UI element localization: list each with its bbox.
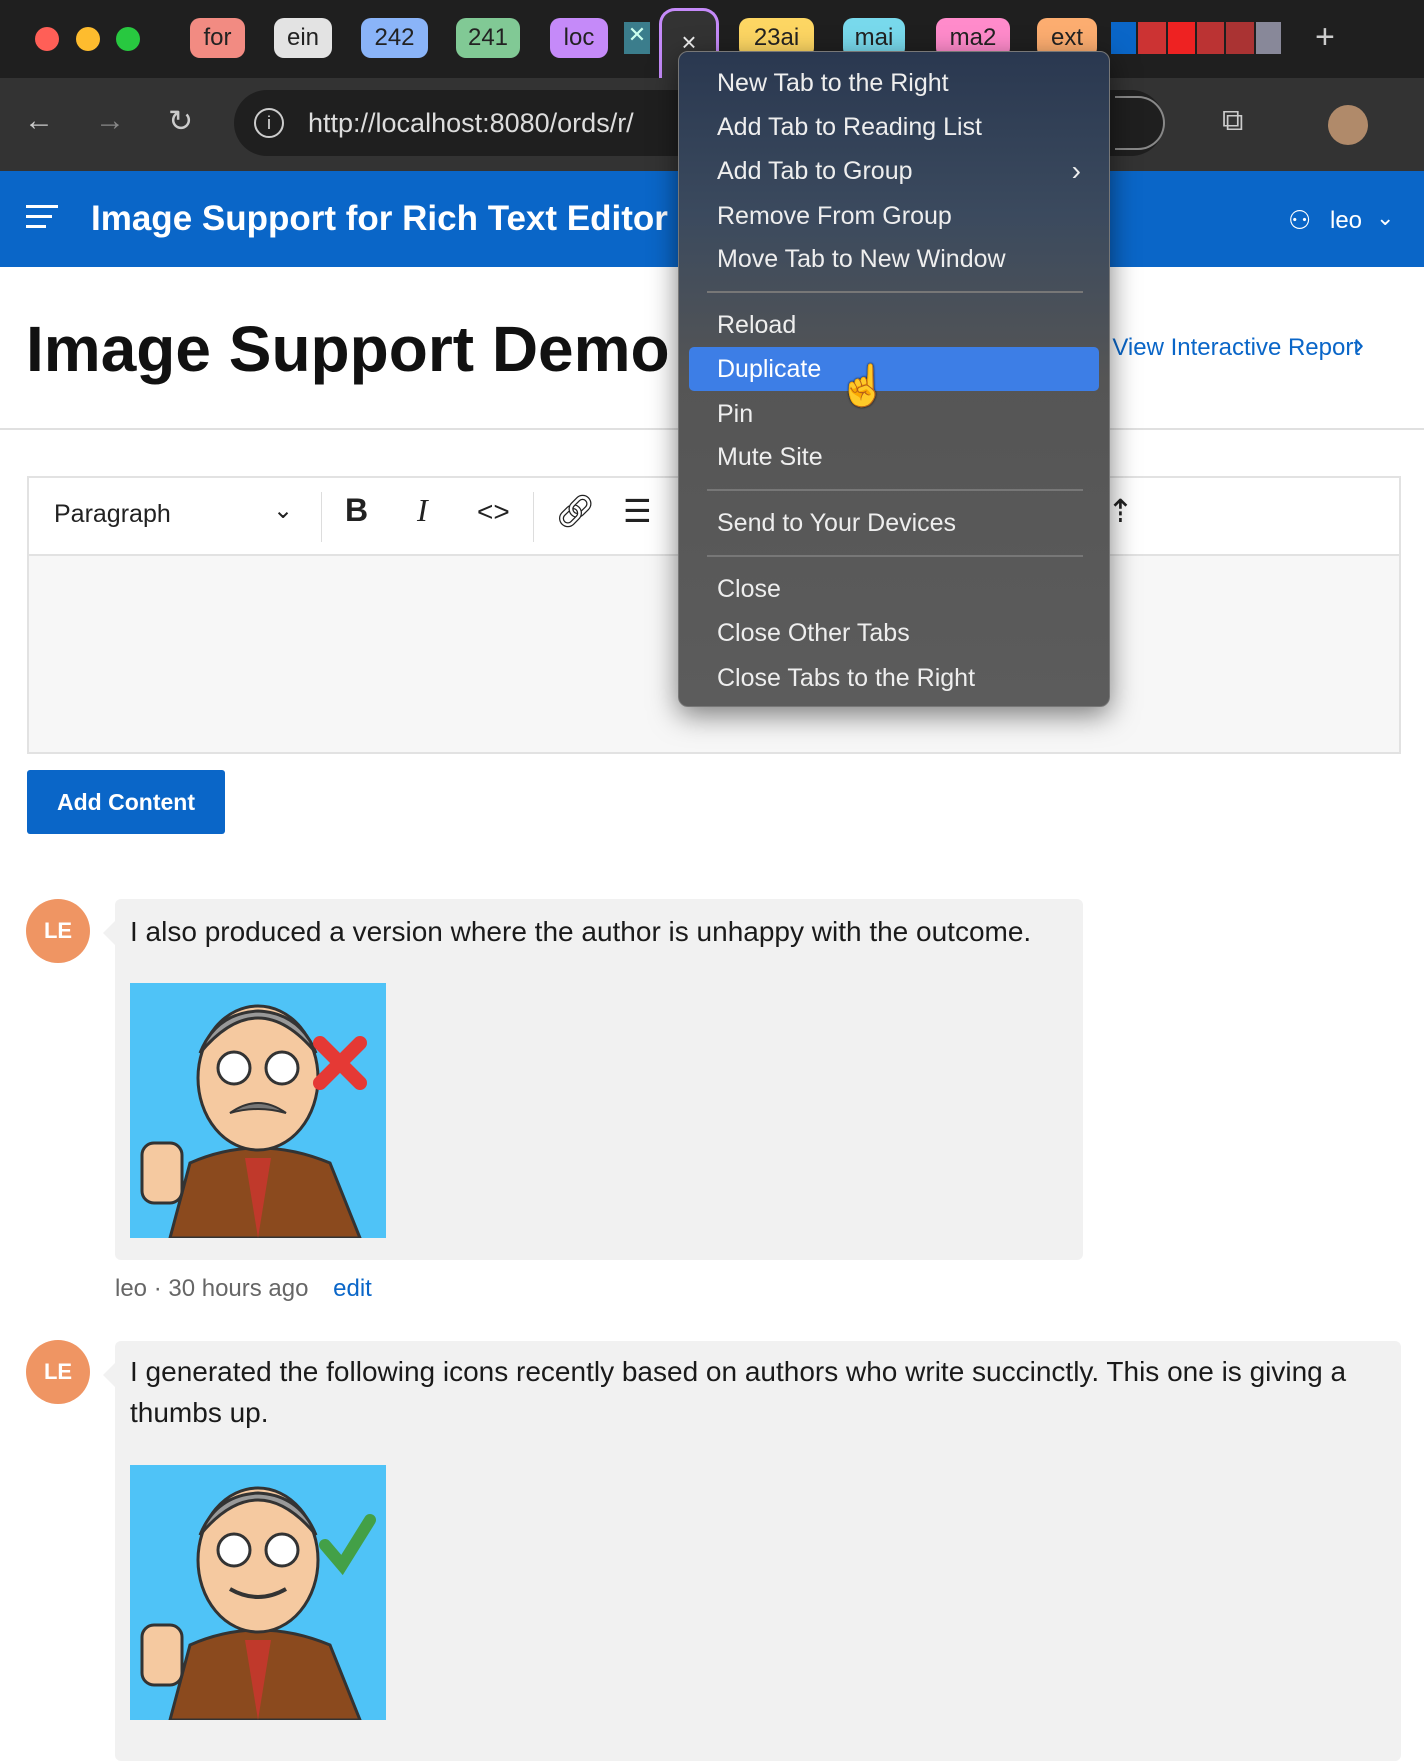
hamburger-icon[interactable] <box>26 205 58 229</box>
menu-item-mute-site[interactable]: Mute Site <box>689 435 1099 479</box>
menu-separator <box>707 291 1083 293</box>
menu-item-close-other-tabs[interactable]: Close Other Tabs <box>689 611 1099 655</box>
tab-favicon-icon[interactable]: ✕ <box>624 22 650 54</box>
back-icon[interactable]: ← <box>24 104 54 138</box>
site-info-icon[interactable]: i <box>254 108 284 138</box>
comment-bubble: I generated the following icons recently… <box>103 1341 1401 1761</box>
forward-icon[interactable]: → <box>95 104 125 138</box>
reload-icon[interactable]: ↻ <box>168 104 193 139</box>
menu-item-reading-list[interactable]: Add Tab to Reading List <box>689 105 1099 149</box>
avatar: LE <box>26 899 90 963</box>
thumbs-down-author-image <box>130 983 386 1238</box>
user-icon[interactable]: ⚇ <box>1288 205 1311 236</box>
italic-button[interactable]: I <box>417 492 428 529</box>
app-title: Image Support for Rich Text Editor <box>91 199 668 238</box>
chevron-right-icon: › <box>1071 155 1081 186</box>
search-tab-icon[interactable]: ⧉ <box>1222 104 1243 138</box>
menu-item-move-to-window[interactable]: Move Tab to New Window <box>689 237 1099 281</box>
hand-cursor-icon: ☝ <box>838 364 888 408</box>
menu-item-reload[interactable]: Reload <box>689 303 1099 347</box>
tab[interactable]: loc <box>550 18 608 58</box>
chevron-down-icon[interactable]: ⌄ <box>1376 205 1394 231</box>
thumbs-up-author-image <box>130 1465 386 1720</box>
comment-text: I generated the following icons recently… <box>130 1356 1347 1428</box>
format-select[interactable]: Paragraph <box>54 500 171 529</box>
user-menu[interactable]: leo <box>1330 207 1362 235</box>
menu-item-remove-from-group[interactable]: Remove From Group <box>689 194 1099 238</box>
menu-item-add-to-group[interactable]: Add Tab to Group › <box>689 149 1099 193</box>
avatar: LE <box>26 1340 90 1404</box>
page-title: Image Support Demo <box>26 313 670 385</box>
tab[interactable]: 241 <box>456 18 520 58</box>
profile-avatar[interactable] <box>1328 105 1368 145</box>
menu-item-new-tab-right[interactable]: New Tab to the Right <box>689 61 1099 105</box>
menu-separator <box>707 489 1083 491</box>
pinned-tab-icons[interactable] <box>1111 22 1281 54</box>
comment-author: leo <box>115 1275 148 1302</box>
code-button[interactable]: <> <box>477 496 510 528</box>
menu-separator <box>707 555 1083 557</box>
tab-context-menu: New Tab to the Right Add Tab to Reading … <box>678 51 1110 707</box>
tab[interactable]: 242 <box>361 18 428 58</box>
maximize-window-button[interactable] <box>116 27 140 51</box>
chevron-right-icon[interactable]: › <box>1354 328 1364 362</box>
menu-icon[interactable]: ⋮ <box>1412 104 1424 139</box>
close-window-button[interactable] <box>35 27 59 51</box>
chevron-down-icon[interactable]: ⌄ <box>273 496 293 525</box>
minimize-window-button[interactable] <box>76 27 100 51</box>
add-content-button[interactable]: Add Content <box>27 770 225 834</box>
menu-item-duplicate[interactable]: Duplicate <box>689 347 1099 391</box>
comment-text: I also produced a version where the auth… <box>130 916 1032 947</box>
bulleted-list-icon[interactable]: ☰ <box>623 492 652 530</box>
comment-bubble: I also produced a version where the auth… <box>103 899 1083 1260</box>
menu-item-close[interactable]: Close <box>689 567 1099 611</box>
new-tab-button[interactable]: + <box>1315 18 1335 57</box>
bold-button[interactable]: B <box>345 492 368 529</box>
tab[interactable]: for <box>190 18 245 58</box>
comment-time: 30 hours ago <box>168 1275 309 1302</box>
menu-item-close-tabs-right[interactable]: Close Tabs to the Right <box>689 656 1099 700</box>
interactive-report-link[interactable]: View Interactive Report <box>1100 334 1360 362</box>
image-upload-icon[interactable]: ⇡ <box>1107 492 1134 530</box>
comment-meta: leo · 30 hours ago edit <box>115 1275 372 1302</box>
menu-item-pin[interactable]: Pin <box>689 392 1099 436</box>
menu-item-send-to-devices[interactable]: Send to Your Devices <box>689 501 1099 545</box>
link-icon[interactable]: 🔗︎ <box>555 492 596 530</box>
url-text: http://localhost:8080/ords/r/ <box>308 107 634 138</box>
edit-link[interactable]: edit <box>333 1275 372 1302</box>
tab[interactable]: ein <box>274 18 332 58</box>
menu-item-label: Add Tab to Group <box>717 156 913 185</box>
